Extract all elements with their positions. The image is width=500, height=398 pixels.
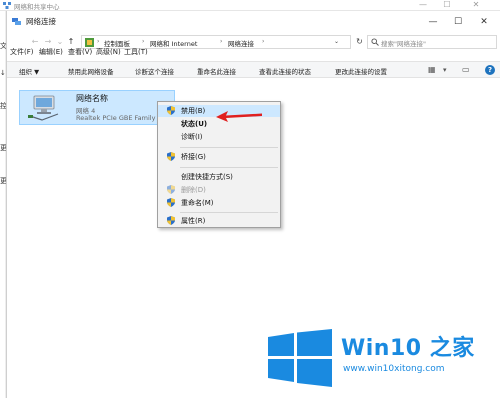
network-connections-icon: [12, 18, 21, 25]
uac-shield-icon: [167, 106, 175, 115]
view-dropdown-icon[interactable]: ▾: [443, 66, 447, 74]
network-name: 网络名称: [76, 94, 108, 103]
breadcrumb-separator: ›: [262, 38, 265, 45]
address-dropdown-icon[interactable]: ⌄: [334, 38, 339, 45]
network-center-icon: [3, 2, 11, 9]
menu-item-properties[interactable]: 属性(R): [158, 215, 280, 227]
menu-divider: [180, 147, 278, 148]
menu-advanced[interactable]: 高级(N): [96, 47, 121, 57]
bg-close-icon[interactable]: ✕: [466, 0, 486, 10]
diagnose-button[interactable]: 诊断这个连接: [135, 66, 174, 76]
menu-bar: 文件(F) 编辑(E) 查看(V) 高级(N) 工具(T): [7, 47, 500, 59]
command-bar: 组织 ▼ 禁用此网络设备 诊断这个连接 重命名此连接 查看此连接的状态 更改此连…: [7, 61, 500, 78]
menu-item-label: 删除(D): [181, 186, 206, 194]
bg-maximize-icon[interactable]: ☐: [437, 0, 457, 10]
menu-edit[interactable]: 编辑(E): [39, 47, 63, 57]
watermark-url: www.win10xitong.com: [343, 364, 445, 374]
network-adapter-icon: [28, 95, 59, 121]
help-icon[interactable]: ?: [485, 65, 495, 75]
uac-shield-icon: [167, 216, 175, 225]
menu-item-create-shortcut[interactable]: 创建快捷方式(S): [158, 171, 280, 183]
watermark-brand: Win10 之家: [341, 336, 475, 361]
disable-device-button[interactable]: 禁用此网络设备: [68, 66, 114, 76]
background-window-title: 网络和共享中心: [14, 3, 60, 11]
change-settings-button[interactable]: 更改此连接的设置: [335, 66, 387, 76]
window-titlebar: 网络连接 — ☐ ✕: [7, 11, 500, 33]
menu-item-label: 桥接(G): [181, 153, 206, 161]
breadcrumb-separator: ›: [220, 38, 223, 45]
network-adapter-name: Realtek PCIe GBE Family: [76, 114, 156, 122]
network-adapter-item[interactable]: 网络名称 网络 4 Realtek PCIe GBE Family: [19, 90, 175, 125]
close-icon[interactable]: ✕: [471, 14, 497, 30]
menu-item-diagnose[interactable]: 诊断(I): [158, 131, 280, 143]
menu-divider: [180, 212, 278, 213]
menu-item-label: 属性(R): [181, 217, 206, 225]
uac-shield-icon: [167, 185, 175, 194]
minimize-icon[interactable]: —: [420, 14, 446, 30]
status-bar: [7, 381, 500, 398]
background-window-titlebar: 网络和共享中心 — ☐ ✕: [0, 0, 500, 11]
menu-view[interactable]: 查看(V): [68, 47, 92, 57]
bg-minimize-icon[interactable]: —: [413, 0, 433, 10]
menu-item-bridge[interactable]: 桥接(G): [158, 151, 280, 163]
menu-item-label: 禁用(B): [181, 107, 206, 115]
maximize-icon[interactable]: ☐: [445, 14, 471, 30]
menu-item-rename[interactable]: 重命名(M): [158, 197, 280, 209]
menu-file[interactable]: 文件(F): [10, 47, 34, 57]
menu-divider: [180, 167, 278, 168]
search-icon: [371, 38, 379, 46]
change-view-icon[interactable]: ▦: [428, 65, 436, 74]
organize-button[interactable]: 组织 ▼: [19, 66, 39, 76]
bg-edge-letter: ↓: [0, 69, 6, 77]
uac-shield-icon: [167, 152, 175, 161]
preview-pane-icon[interactable]: ▭: [462, 65, 470, 74]
menu-item-label: 诊断(I): [181, 133, 203, 141]
menu-item-label: 状态(U): [181, 120, 208, 128]
menu-item-label: 创建快捷方式(S): [181, 173, 233, 181]
breadcrumb-separator: ›: [97, 38, 100, 45]
control-panel-icon: [85, 38, 94, 47]
breadcrumb-separator: ›: [142, 38, 145, 45]
menu-tools[interactable]: 工具(T): [124, 47, 148, 57]
rename-button[interactable]: 重命名此连接: [197, 66, 236, 76]
menu-item-label: 重命名(M): [181, 199, 214, 207]
windows-logo-icon: [268, 329, 332, 387]
window-title: 网络连接: [26, 17, 56, 26]
uac-shield-icon: [167, 198, 175, 207]
view-status-button[interactable]: 查看此连接的状态: [259, 66, 311, 76]
red-arrow-annotation: [216, 111, 262, 122]
menu-item-delete: 删除(D): [158, 184, 280, 196]
